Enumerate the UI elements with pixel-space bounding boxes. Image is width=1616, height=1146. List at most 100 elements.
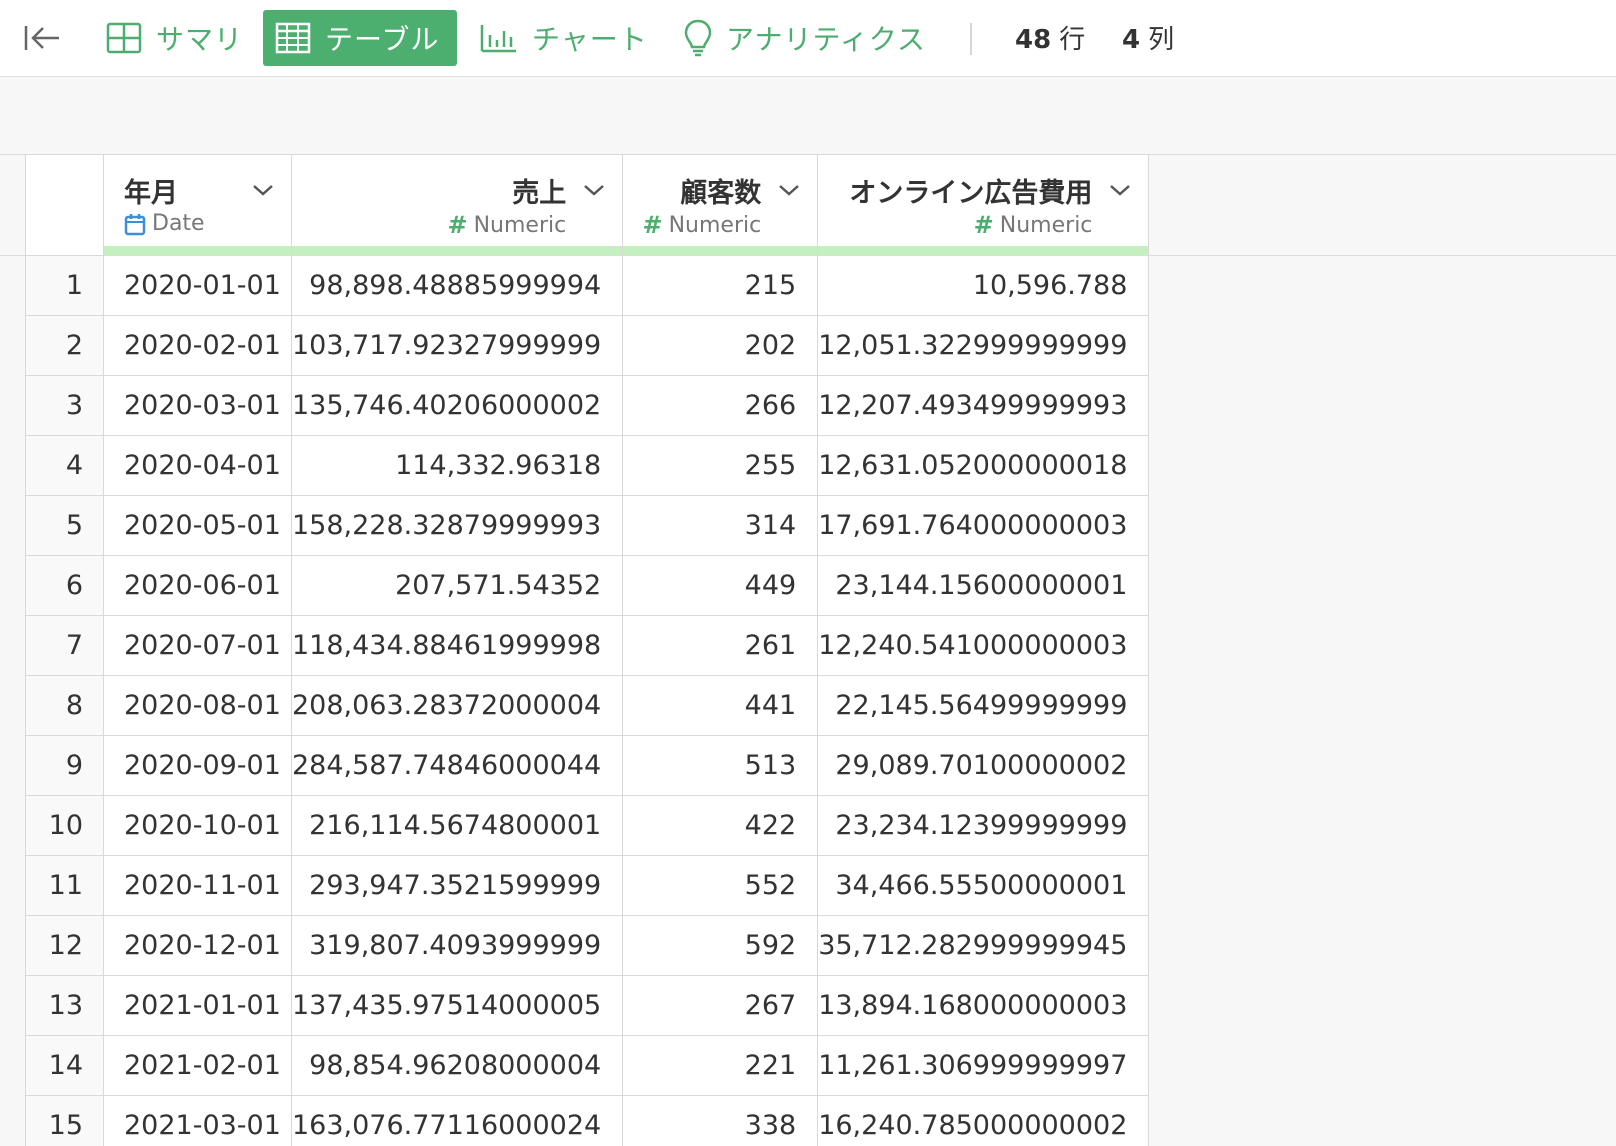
cell-customers[interactable]: 422 bbox=[622, 795, 819, 856]
table-row[interactable]: 8 2020-08-01 208,063.28372000004 441 22,145.… bbox=[25, 675, 1150, 736]
tab-label: アナリティクス bbox=[726, 23, 926, 56]
cell-sales[interactable]: 207,571.54352 bbox=[290, 555, 624, 616]
cell-customers[interactable]: 314 bbox=[622, 495, 819, 556]
cell-customers[interactable]: 267 bbox=[622, 975, 819, 1036]
cell-ad-cost[interactable]: 29,089.70100000002 bbox=[817, 735, 1150, 796]
cell-ad-cost[interactable]: 12,631.052000000018 bbox=[817, 435, 1150, 496]
table-row[interactable]: 15 2021-03-01 163,076.77116000024 338 16,240… bbox=[25, 1095, 1150, 1146]
cell-date[interactable]: 2020-06-01 bbox=[103, 555, 292, 616]
table-row[interactable]: 14 2021-02-01 98,854.96208000004 221 11,261.… bbox=[25, 1035, 1150, 1096]
cell-ad-cost[interactable]: 16,240.785000000002 bbox=[817, 1095, 1150, 1146]
cell-ad-cost[interactable]: 11,261.306999999997 bbox=[817, 1035, 1150, 1096]
tab-table[interactable]: テーブル bbox=[263, 10, 457, 66]
cell-ad-cost[interactable]: 12,051.322999999999 bbox=[817, 315, 1150, 376]
column-header-sales[interactable]: 売上 # Numeric bbox=[290, 154, 624, 256]
row-index: 3 bbox=[25, 375, 104, 436]
table-row[interactable]: 2 2020-02-01 103,717.92327999999 202 12,051.… bbox=[25, 315, 1150, 376]
cell-customers[interactable]: 441 bbox=[622, 675, 819, 736]
chevron-down-icon[interactable] bbox=[1108, 181, 1132, 199]
cell-sales[interactable]: 216,114.5674800001 bbox=[290, 795, 624, 856]
table-row[interactable]: 7 2020-07-01 118,434.88461999998 261 12,240.… bbox=[25, 615, 1150, 676]
cell-sales[interactable]: 163,076.77116000024 bbox=[290, 1095, 624, 1146]
column-header-date[interactable]: 年月 Date bbox=[103, 154, 292, 256]
cell-sales[interactable]: 98,854.96208000004 bbox=[290, 1035, 624, 1096]
cell-date[interactable]: 2021-01-01 bbox=[103, 975, 292, 1036]
cell-ad-cost[interactable]: 34,466.55500000001 bbox=[817, 855, 1150, 916]
cell-sales[interactable]: 319,807.4093999999 bbox=[290, 915, 624, 976]
tab-analytics[interactable]: アナリティクス bbox=[672, 10, 938, 66]
cell-customers[interactable]: 449 bbox=[622, 555, 819, 616]
cell-ad-cost[interactable]: 35,712.282999999945 bbox=[817, 915, 1150, 976]
table-row[interactable]: 12 2020-12-01 319,807.4093999999 592 35,712.… bbox=[25, 915, 1150, 976]
cell-ad-cost[interactable]: 17,691.764000000003 bbox=[817, 495, 1150, 556]
chevron-down-icon[interactable] bbox=[777, 181, 801, 199]
cell-customers[interactable]: 261 bbox=[622, 615, 819, 676]
cell-date[interactable]: 2020-09-01 bbox=[103, 735, 292, 796]
cell-sales[interactable]: 135,746.40206000002 bbox=[290, 375, 624, 436]
cell-ad-cost[interactable]: 12,240.541000000003 bbox=[817, 615, 1150, 676]
table-row[interactable]: 4 2020-04-01 114,332.96318 255 12,631.052000… bbox=[25, 435, 1150, 496]
cell-sales[interactable]: 158,228.32879999993 bbox=[290, 495, 624, 556]
cell-date[interactable]: 2021-02-01 bbox=[103, 1035, 292, 1096]
cell-date[interactable]: 2020-04-01 bbox=[103, 435, 292, 496]
cell-customers[interactable]: 202 bbox=[622, 315, 819, 376]
cell-customers[interactable]: 513 bbox=[622, 735, 819, 796]
cell-date[interactable]: 2020-11-01 bbox=[103, 855, 292, 916]
cell-customers[interactable]: 266 bbox=[622, 375, 819, 436]
cell-date[interactable]: 2021-03-01 bbox=[103, 1095, 292, 1146]
cell-sales[interactable]: 208,063.28372000004 bbox=[290, 675, 624, 736]
table-row[interactable]: 9 2020-09-01 284,587.74846000044 513 29,089.… bbox=[25, 735, 1150, 796]
collapse-panel-button[interactable] bbox=[22, 21, 62, 55]
row-index: 5 bbox=[25, 495, 104, 556]
tab-label: テーブル bbox=[325, 23, 440, 56]
cell-sales[interactable]: 98,898.48885999994 bbox=[290, 255, 624, 316]
cell-customers[interactable]: 255 bbox=[622, 435, 819, 496]
column-type: # Numeric bbox=[447, 211, 566, 239]
cell-sales[interactable]: 114,332.96318 bbox=[290, 435, 624, 496]
column-type: # Numeric bbox=[974, 211, 1093, 239]
cell-customers[interactable]: 221 bbox=[622, 1035, 819, 1096]
table-row[interactable]: 10 2020-10-01 216,114.5674800001 422 23,234.… bbox=[25, 795, 1150, 856]
table-row[interactable]: 5 2020-05-01 158,228.32879999993 314 17,691.… bbox=[25, 495, 1150, 556]
cell-ad-cost[interactable]: 12,207.493499999993 bbox=[817, 375, 1150, 436]
chevron-down-icon[interactable] bbox=[582, 181, 606, 199]
cell-date[interactable]: 2020-10-01 bbox=[103, 795, 292, 856]
chevron-down-icon[interactable] bbox=[251, 181, 275, 199]
cell-sales[interactable]: 284,587.74846000044 bbox=[290, 735, 624, 796]
lightbulb-icon bbox=[684, 19, 712, 57]
cell-sales[interactable]: 137,435.97514000005 bbox=[290, 975, 624, 1036]
column-header-ad-cost[interactable]: オンライン広告費用 # Numeric bbox=[817, 154, 1150, 256]
column-header-customers[interactable]: 顧客数 # Numeric bbox=[622, 154, 819, 256]
tab-chart[interactable]: チャート bbox=[468, 10, 660, 66]
tab-summary[interactable]: サマリ bbox=[94, 10, 255, 66]
table-row[interactable]: 11 2020-11-01 293,947.3521599999 552 34,466.… bbox=[25, 855, 1150, 916]
cell-customers[interactable]: 215 bbox=[622, 255, 819, 316]
cell-ad-cost[interactable]: 23,144.15600000001 bbox=[817, 555, 1150, 616]
cell-ad-cost[interactable]: 10,596.788 bbox=[817, 255, 1150, 316]
cell-sales[interactable]: 118,434.88461999998 bbox=[290, 615, 624, 676]
cell-customers[interactable]: 592 bbox=[622, 915, 819, 976]
cell-ad-cost[interactable]: 13,894.168000000003 bbox=[817, 975, 1150, 1036]
row-count-value: 48 bbox=[1015, 25, 1052, 55]
cell-date[interactable]: 2020-12-01 bbox=[103, 915, 292, 976]
cell-date[interactable]: 2020-05-01 bbox=[103, 495, 292, 556]
table-row[interactable]: 6 2020-06-01 207,571.54352 449 23,144.156000… bbox=[25, 555, 1150, 616]
hash-icon: # bbox=[447, 211, 468, 239]
cell-customers[interactable]: 552 bbox=[622, 855, 819, 916]
cell-date[interactable]: 2020-08-01 bbox=[103, 675, 292, 736]
table-row[interactable]: 13 2021-01-01 137,435.97514000005 267 13,894… bbox=[25, 975, 1150, 1036]
cell-date[interactable]: 2020-01-01 bbox=[103, 255, 292, 316]
column-count-unit: 列 bbox=[1148, 25, 1175, 55]
column-name: 年月 bbox=[124, 178, 178, 209]
table-icon bbox=[275, 22, 311, 54]
cell-date[interactable]: 2020-07-01 bbox=[103, 615, 292, 676]
cell-ad-cost[interactable]: 22,145.56499999999 bbox=[817, 675, 1150, 736]
cell-customers[interactable]: 338 bbox=[622, 1095, 819, 1146]
cell-date[interactable]: 2020-02-01 bbox=[103, 315, 292, 376]
cell-ad-cost[interactable]: 23,234.12399999999 bbox=[817, 795, 1150, 856]
table-row[interactable]: 3 2020-03-01 135,746.40206000002 266 12,207.… bbox=[25, 375, 1150, 436]
cell-sales[interactable]: 293,947.3521599999 bbox=[290, 855, 624, 916]
table-row[interactable]: 1 2020-01-01 98,898.48885999994 215 10,596.7… bbox=[25, 255, 1150, 316]
cell-date[interactable]: 2020-03-01 bbox=[103, 375, 292, 436]
cell-sales[interactable]: 103,717.92327999999 bbox=[290, 315, 624, 376]
